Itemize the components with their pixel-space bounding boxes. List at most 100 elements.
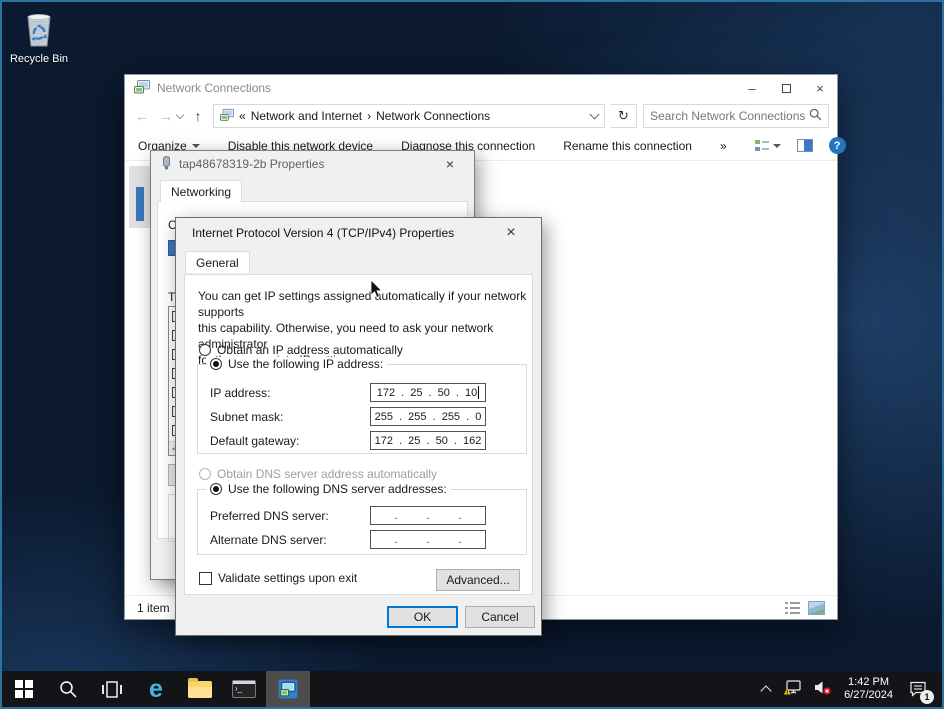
views-icon bbox=[755, 139, 769, 152]
taskbar-clock[interactable]: 1:42 PM 6/27/2024 bbox=[844, 676, 893, 702]
ipv4-close-icon[interactable]: × bbox=[497, 224, 525, 242]
breadcrumb-item-network-and-internet[interactable]: Network and Internet bbox=[251, 109, 362, 123]
radio-obtain-ip-circle[interactable] bbox=[199, 344, 211, 356]
radio-use-dns[interactable]: Use the following DNS server addresses: bbox=[206, 482, 451, 496]
use-ip-groupbox: Use the following IP address: IP address… bbox=[197, 364, 527, 454]
breadcrumb-root-glyph: « bbox=[239, 109, 246, 123]
organize-dropdown-icon bbox=[192, 144, 200, 148]
validate-settings-checkbox[interactable]: Validate settings upon exit bbox=[199, 571, 357, 585]
default-gateway-field[interactable]: 172 . 25 . 50 . 162 bbox=[370, 431, 486, 450]
radio-use-ip[interactable]: Use the following IP address: bbox=[206, 357, 387, 371]
ok-button[interactable]: OK bbox=[387, 606, 458, 628]
default-gateway-label: Default gateway: bbox=[210, 434, 299, 448]
address-dropdown-icon[interactable] bbox=[590, 110, 600, 120]
rename-connection-command[interactable]: Rename this connection bbox=[563, 139, 692, 153]
volume-muted-icon[interactable] bbox=[814, 680, 831, 698]
views-dropdown-icon bbox=[773, 144, 781, 148]
recycle-bin-icon bbox=[21, 37, 57, 51]
back-icon[interactable]: ← bbox=[133, 108, 151, 124]
details-view-icon[interactable] bbox=[785, 601, 800, 614]
alternate-dns-field[interactable]: . . . bbox=[370, 530, 486, 549]
subnet-mask-label: Subnet mask: bbox=[210, 410, 283, 424]
tap-dialog-title: tap48678319-2b Properties bbox=[179, 157, 324, 171]
recycle-bin-label: Recycle Bin bbox=[8, 53, 70, 65]
connection-icon-fragment bbox=[136, 187, 144, 221]
breadcrumb[interactable]: « Network and Internet › Network Connect… bbox=[213, 104, 605, 128]
network-connections-app-icon bbox=[277, 679, 299, 699]
ipv4-dialog-title: Internet Protocol Version 4 (TCP/IPv4) P… bbox=[192, 226, 454, 240]
window-title: Network Connections bbox=[157, 81, 271, 95]
address-location-icon bbox=[220, 108, 234, 125]
item-count: 1 item bbox=[137, 601, 170, 615]
preview-pane-button[interactable] bbox=[797, 139, 813, 152]
minimize-button[interactable]: – bbox=[735, 75, 769, 101]
task-view-button[interactable] bbox=[90, 671, 134, 707]
advanced-button[interactable]: Advanced... bbox=[436, 569, 520, 591]
change-view-button[interactable] bbox=[755, 139, 781, 152]
close-button[interactable]: × bbox=[803, 75, 837, 101]
radio-obtain-dns-circle bbox=[199, 468, 211, 480]
radio-obtain-ip-label: Obtain an IP address automatically bbox=[217, 343, 403, 357]
refresh-icon[interactable]: ↻ bbox=[611, 104, 637, 128]
search-icon bbox=[59, 680, 78, 699]
explorer-titlebar: Network Connections – × bbox=[125, 75, 837, 101]
tap-tabstrip: Networking bbox=[151, 177, 474, 201]
text-caret bbox=[478, 386, 479, 399]
validate-checkbox-box[interactable] bbox=[199, 572, 212, 585]
ipv4-dialog-titlebar: Internet Protocol Version 4 (TCP/IPv4) P… bbox=[176, 218, 541, 248]
alternate-dns-label: Alternate DNS server: bbox=[210, 533, 327, 547]
subnet-mask-field[interactable]: 255 . 255 . 255 . 0 bbox=[370, 407, 486, 426]
windows-logo-icon bbox=[15, 680, 33, 698]
ipv4-dialog-buttons: OK Cancel bbox=[387, 606, 535, 628]
clock-time: 1:42 PM bbox=[844, 676, 893, 689]
action-center-button[interactable]: 1 bbox=[906, 677, 930, 701]
tray-expand-chevron-icon[interactable] bbox=[760, 685, 771, 696]
recycle-bin[interactable]: Recycle Bin bbox=[8, 8, 70, 65]
toolbar-overflow-chevron[interactable]: » bbox=[720, 139, 727, 153]
tab-general[interactable]: General bbox=[185, 251, 250, 273]
search-input[interactable] bbox=[650, 109, 809, 123]
notification-badge: 1 bbox=[920, 690, 934, 704]
recent-pages-chevron-icon[interactable] bbox=[176, 110, 184, 118]
internet-explorer-button[interactable]: e bbox=[134, 671, 178, 707]
radio-use-dns-label: Use the following DNS server addresses: bbox=[228, 482, 447, 496]
up-icon[interactable]: ↑ bbox=[189, 108, 207, 124]
maximize-button[interactable] bbox=[769, 75, 803, 101]
preferred-dns-label: Preferred DNS server: bbox=[210, 509, 329, 523]
taskbar: e bbox=[2, 671, 942, 707]
start-button[interactable] bbox=[2, 671, 46, 707]
radio-use-ip-circle[interactable] bbox=[210, 358, 222, 370]
large-icons-view-icon[interactable] bbox=[808, 601, 825, 615]
clock-date: 6/27/2024 bbox=[844, 689, 893, 702]
breadcrumb-item-network-connections[interactable]: Network Connections bbox=[376, 109, 490, 123]
ipv4-tabstrip: General bbox=[176, 248, 541, 272]
radio-use-ip-label: Use the following IP address: bbox=[228, 357, 383, 371]
radio-obtain-dns: Obtain DNS server address automatically bbox=[199, 467, 437, 481]
command-prompt-icon bbox=[232, 680, 256, 698]
ip-address-field[interactable]: 172 . 25 . 50 . 10 bbox=[370, 383, 486, 402]
task-view-icon bbox=[102, 681, 122, 698]
forward-icon[interactable]: → bbox=[157, 108, 175, 124]
preferred-dns-field[interactable]: . . . bbox=[370, 506, 486, 525]
radio-use-dns-circle[interactable] bbox=[210, 483, 222, 495]
network-status-icon[interactable] bbox=[783, 680, 801, 699]
radio-obtain-ip[interactable]: Obtain an IP address automatically bbox=[199, 343, 403, 357]
help-button[interactable]: ? bbox=[829, 137, 846, 154]
command-prompt-button[interactable] bbox=[222, 671, 266, 707]
file-explorer-button[interactable] bbox=[178, 671, 222, 707]
tab-networking[interactable]: Networking bbox=[160, 180, 242, 202]
cancel-button[interactable]: Cancel bbox=[465, 606, 535, 628]
search-box[interactable] bbox=[643, 104, 829, 128]
breadcrumb-separator: › bbox=[367, 109, 371, 123]
network-connections-taskbar-button[interactable] bbox=[266, 671, 310, 707]
selected-item-highlight[interactable] bbox=[129, 166, 152, 228]
taskbar-search-button[interactable] bbox=[46, 671, 90, 707]
mouse-cursor bbox=[370, 280, 383, 302]
tap-close-icon[interactable]: × bbox=[436, 156, 464, 172]
internet-explorer-icon: e bbox=[149, 677, 163, 702]
ip-address-label: IP address: bbox=[210, 386, 270, 400]
address-bar: ← → ↑ « Network and Internet › Network C… bbox=[125, 101, 837, 131]
tap-dialog-titlebar: tap48678319-2b Properties × bbox=[151, 151, 474, 177]
search-icon bbox=[809, 108, 822, 124]
ipv4-tabpage: You can get IP settings assigned automat… bbox=[184, 274, 533, 595]
